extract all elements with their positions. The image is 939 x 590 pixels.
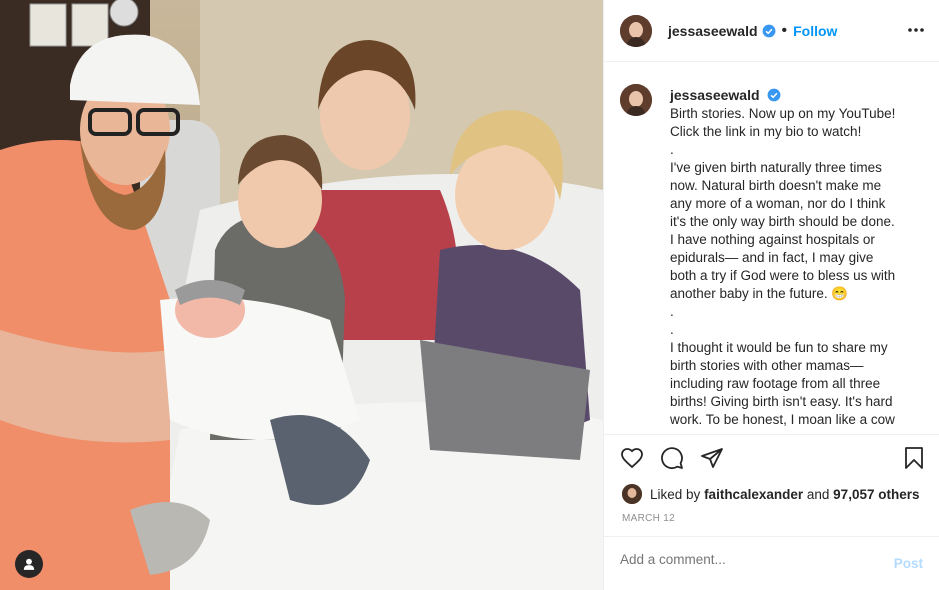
more-icon[interactable] [908,18,924,42]
verified-icon [762,24,775,37]
action-bar [620,446,925,472]
share-icon[interactable] [700,446,724,470]
caption-line: births! Giving birth isn't easy. It's ha… [670,394,893,409]
caption-line: I have nothing against hospitals or [670,232,875,247]
caption-line: any more of a woman, nor do I think [670,196,886,211]
caption-line: Birth stories. Now up on my YouTube! [670,106,896,121]
caption-line: another baby in the future. 😁 [670,286,849,301]
post-header: jessaseewald • Follow [604,0,939,62]
caption-username[interactable]: jessaseewald [670,87,760,103]
comment-divider [604,536,939,537]
caption-section: jessaseewald Birth stories. Now up on my… [620,84,925,429]
liker-avatar[interactable] [622,484,642,504]
caption-line: Click the link in my bio to watch! [670,124,862,139]
family-photo-illustration [0,0,603,590]
comment-icon[interactable] [660,446,684,470]
bookmark-icon[interactable] [903,446,925,470]
caption-line: both a try if God were to bless us with [670,268,896,283]
caption-line: . [670,304,674,319]
post-photo[interactable] [0,0,603,590]
liked-by-and: and [806,486,830,502]
caption-line: . [670,142,674,157]
post-comment-button[interactable]: Post [894,556,923,571]
caption-line: it's the only way birth should be done. [670,214,895,229]
caption-line: including raw footage from all three [670,376,881,391]
separator-dot: • [781,21,788,39]
divider [604,434,939,435]
caption-text: jessaseewald Birth stories. Now up on my… [670,86,915,429]
caption-line: epidurals— and in fact, I may give [670,250,874,265]
user-tag-button[interactable] [15,550,43,578]
verified-icon [767,88,781,102]
caption-line: I thought it would be fun to share my [670,340,888,355]
comment-input[interactable] [620,552,870,567]
avatar-image [620,14,652,47]
caption-avatar-image [620,84,652,116]
heart-icon[interactable] [620,446,644,470]
liked-by-user[interactable]: faithcalexander [704,487,803,502]
liked-by-prefix: Liked by [650,486,701,502]
header-username[interactable]: jessaseewald [668,23,758,39]
caption-line: . [670,322,674,337]
caption-line: birth stories with other mamas— [670,358,864,373]
likes-summary: Liked by faithcalexander and 97,057 othe… [622,484,919,504]
avatar[interactable] [620,14,652,47]
caption-line: now. Natural birth doesn't make me [670,178,882,193]
post-panel: jessaseewald • Follow jessaseewald Birth… [603,0,939,590]
caption-avatar[interactable] [620,84,652,116]
post-date[interactable]: MARCH 12 [622,513,675,524]
caption-line: work. To be honest, I moan like a cow [670,412,895,427]
caption-line: I've given birth naturally three times [670,160,882,175]
liker-avatar-image [622,484,642,504]
likes-count[interactable]: 97,057 others [833,487,919,502]
follow-button[interactable]: Follow [793,23,837,39]
user-tag-icon [23,558,35,570]
